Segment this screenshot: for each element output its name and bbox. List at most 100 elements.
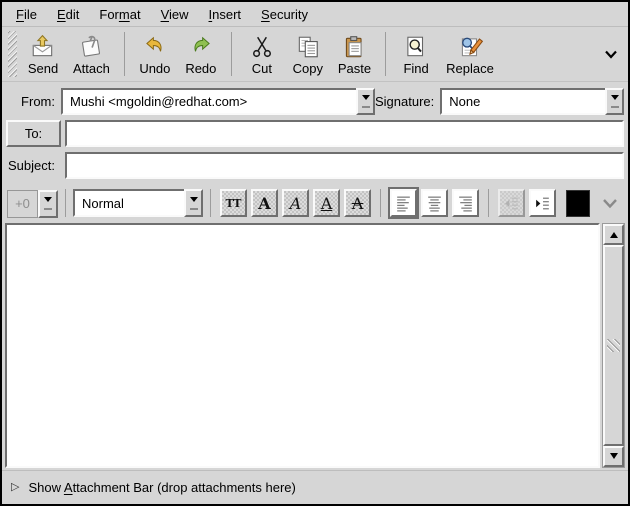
- strikethrough-toggle-button[interactable]: A: [344, 189, 371, 217]
- subject-input[interactable]: [65, 152, 624, 179]
- toolbar-separator: [124, 32, 125, 76]
- undo-label: Undo: [139, 61, 170, 76]
- message-body-area: [5, 223, 625, 468]
- arrow-up-icon: [610, 228, 618, 238]
- signature-label: Signature:: [375, 94, 440, 109]
- to-button[interactable]: To:: [6, 120, 61, 147]
- mail-composer-window: File Edit Format View Insert Security Se…: [0, 0, 630, 506]
- from-combo-arrow-button[interactable]: [356, 88, 375, 115]
- from-combo[interactable]: Mushi <mgoldin@redhat.com>: [61, 88, 375, 115]
- toolbar-grip[interactable]: [8, 31, 17, 77]
- format-separator: [488, 189, 489, 217]
- italic-toggle-button[interactable]: A: [282, 189, 309, 217]
- arrow-down-icon: [190, 197, 198, 206]
- menu-view[interactable]: View: [151, 4, 199, 25]
- unindent-button: [498, 189, 525, 217]
- chevron-down-icon: [603, 47, 619, 61]
- cut-scissors-icon: [249, 34, 275, 60]
- vertical-scrollbar[interactable]: [602, 223, 625, 468]
- send-mail-icon: [30, 34, 56, 60]
- chevron-down-icon: [601, 196, 619, 210]
- signature-combo[interactable]: None: [440, 88, 624, 115]
- indent-button[interactable]: [529, 189, 556, 217]
- font-size-combo[interactable]: +0: [7, 190, 58, 217]
- send-label: Send: [28, 61, 58, 76]
- option-menu-bar: [44, 208, 52, 210]
- attach-button[interactable]: Attach: [66, 29, 117, 79]
- cut-button[interactable]: Cut: [239, 29, 285, 79]
- menu-insert[interactable]: Insert: [199, 4, 252, 25]
- toolbar-separator: [231, 32, 232, 76]
- copy-label: Copy: [293, 61, 323, 76]
- subject-label: Subject:: [6, 158, 61, 173]
- paste-clipboard-icon: [341, 34, 367, 60]
- font-size-value: +0: [7, 190, 38, 218]
- paste-button[interactable]: Paste: [331, 29, 378, 79]
- align-center-button[interactable]: [421, 189, 448, 217]
- redo-button[interactable]: Redo: [178, 29, 224, 79]
- signature-combo-arrow-button[interactable]: [605, 88, 624, 115]
- from-value: Mushi <mgoldin@redhat.com>: [61, 88, 356, 115]
- replace-button[interactable]: Replace: [439, 29, 501, 79]
- align-left-button[interactable]: [390, 189, 417, 217]
- indent-icon: [533, 194, 552, 213]
- arrow-down-icon: [362, 95, 370, 104]
- attachment-bar-label[interactable]: Show Attachment Bar (drop attachments he…: [28, 480, 295, 495]
- message-body-input[interactable]: [5, 223, 600, 468]
- menu-bar: File Edit Format View Insert Security: [2, 2, 628, 27]
- find-button[interactable]: Find: [393, 29, 439, 79]
- bold-toggle-button[interactable]: A: [251, 189, 278, 217]
- scroll-up-button[interactable]: [603, 224, 624, 245]
- font-size-arrow-button[interactable]: [38, 190, 58, 218]
- underline-toggle-button[interactable]: A: [313, 189, 340, 217]
- scrollbar-thumb[interactable]: [603, 245, 624, 446]
- menu-security[interactable]: Security: [251, 4, 318, 25]
- find-label: Find: [403, 61, 428, 76]
- paragraph-style-combo[interactable]: Normal: [73, 189, 203, 217]
- menu-format[interactable]: Format: [89, 4, 150, 25]
- format-separator: [380, 189, 381, 217]
- paragraph-style-value: Normal: [73, 189, 184, 217]
- main-toolbar: Send Attach Undo Redo: [2, 27, 628, 82]
- scroll-down-button[interactable]: [603, 446, 624, 467]
- header-fields: From: Mushi <mgoldin@redhat.com> Signatu…: [2, 82, 628, 184]
- option-menu-bar: [190, 208, 198, 210]
- arrow-down-icon: [610, 453, 618, 463]
- to-input[interactable]: [65, 120, 624, 147]
- option-menu-bar: [611, 106, 619, 108]
- attach-label: Attach: [73, 61, 110, 76]
- menu-file[interactable]: File: [6, 4, 47, 25]
- arrow-down-icon: [44, 197, 52, 206]
- align-right-button[interactable]: [452, 189, 479, 217]
- toolbar-overflow-chevron[interactable]: [603, 34, 619, 74]
- send-button[interactable]: Send: [20, 29, 66, 79]
- replace-label: Replace: [446, 61, 494, 76]
- copy-documents-icon: [295, 34, 321, 60]
- font-color-swatch-button[interactable]: [566, 190, 590, 217]
- attachment-bar: ▷ Show Attachment Bar (drop attachments …: [2, 470, 628, 504]
- redo-label: Redo: [185, 61, 216, 76]
- expander-triangle-icon[interactable]: ▷: [11, 482, 19, 493]
- format-overflow-chevron[interactable]: [601, 196, 619, 210]
- format-toolbar: +0 Normal TT A A A A: [2, 184, 628, 222]
- undo-button[interactable]: Undo: [132, 29, 178, 79]
- format-separator: [65, 189, 66, 217]
- from-label: From:: [6, 94, 61, 109]
- replace-magnifier-pencil-icon: [457, 34, 483, 60]
- from-row: From: Mushi <mgoldin@redhat.com> Signatu…: [6, 88, 625, 115]
- paste-label: Paste: [338, 61, 371, 76]
- toolbar-separator: [385, 32, 386, 76]
- scrollbar-grip: [607, 339, 620, 352]
- signature-value: None: [440, 88, 605, 115]
- typewriter-toggle-button[interactable]: TT: [220, 189, 247, 217]
- arrow-down-icon: [611, 95, 619, 104]
- menu-edit[interactable]: Edit: [47, 4, 89, 25]
- paragraph-style-arrow-button[interactable]: [184, 189, 203, 217]
- unindent-icon: [502, 194, 521, 213]
- redo-arrow-icon: [188, 34, 214, 60]
- to-row: To:: [6, 120, 625, 147]
- option-menu-bar: [362, 106, 370, 108]
- align-center-icon: [425, 194, 444, 213]
- copy-button[interactable]: Copy: [285, 29, 331, 79]
- format-separator: [210, 189, 211, 217]
